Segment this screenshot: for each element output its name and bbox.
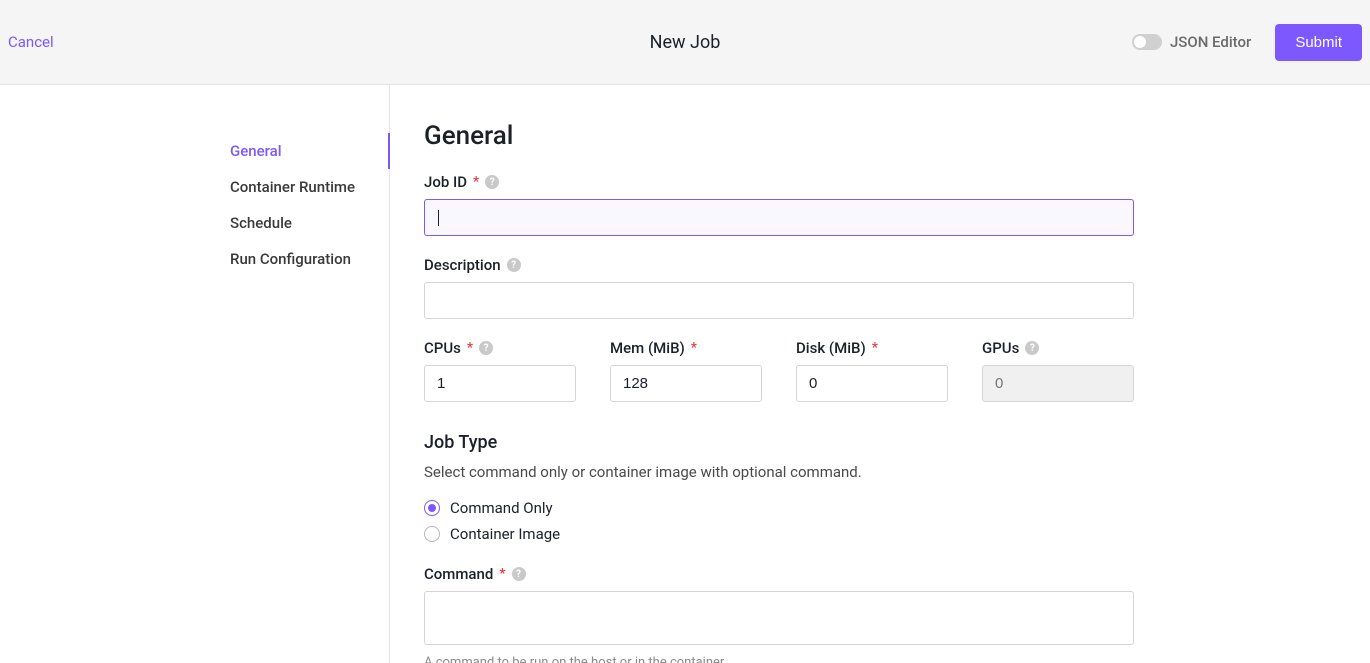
cancel-link[interactable]: Cancel — [8, 33, 54, 51]
cpus-label: CPUs — [424, 339, 461, 357]
description-input[interactable] — [424, 282, 1134, 319]
mem-input[interactable] — [610, 365, 762, 402]
page-title: New Job — [650, 32, 721, 53]
required-marker: * — [467, 340, 473, 356]
required-marker: * — [473, 174, 479, 190]
cpus-input[interactable] — [424, 365, 576, 402]
required-marker: * — [872, 340, 878, 356]
job-type-title: Job Type — [424, 432, 1336, 453]
help-icon[interactable]: ? — [485, 175, 499, 189]
required-marker: * — [691, 340, 697, 356]
json-editor-toggle-label: JSON Editor — [1170, 33, 1251, 51]
json-editor-toggle[interactable] — [1132, 34, 1162, 50]
mem-label: Mem (MiB) — [610, 339, 685, 357]
radio-container-image[interactable]: Container Image — [424, 525, 1336, 543]
description-label: Description — [424, 256, 501, 274]
help-icon[interactable]: ? — [479, 341, 493, 355]
radio-label: Container Image — [450, 525, 560, 543]
required-marker: * — [499, 566, 505, 582]
radio-command-only[interactable]: Command Only — [424, 499, 1336, 517]
command-label: Command — [424, 565, 493, 583]
radio-label: Command Only — [450, 499, 553, 517]
job-id-label: Job ID — [424, 173, 467, 191]
gpus-label: GPUs — [982, 339, 1019, 357]
header: Cancel New Job JSON Editor Submit — [0, 0, 1370, 85]
disk-label: Disk (MiB) — [796, 339, 866, 357]
submit-button[interactable]: Submit — [1275, 24, 1362, 61]
job-id-input[interactable] — [424, 199, 1134, 236]
radio-circle-icon — [424, 526, 440, 542]
sidebar: General Container Runtime Schedule Run C… — [0, 85, 390, 663]
help-icon[interactable]: ? — [512, 567, 526, 581]
help-icon[interactable]: ? — [1025, 341, 1039, 355]
main-content: General Job ID * ? Description ? CPUs — [390, 85, 1370, 663]
sidebar-item-schedule[interactable]: Schedule — [230, 205, 390, 241]
command-hint: A command to be run on the host or in th… — [424, 655, 1134, 663]
sidebar-item-container-runtime[interactable]: Container Runtime — [230, 169, 390, 205]
sidebar-item-general[interactable]: General — [230, 133, 390, 169]
command-textarea[interactable] — [424, 591, 1134, 645]
job-type-helper: Select command only or container image w… — [424, 463, 1336, 481]
radio-circle-icon — [424, 500, 440, 516]
gpus-input — [982, 365, 1134, 402]
help-icon[interactable]: ? — [507, 258, 521, 272]
section-title: General — [424, 121, 1336, 151]
disk-input[interactable] — [796, 365, 948, 402]
sidebar-item-run-configuration[interactable]: Run Configuration — [230, 241, 390, 277]
